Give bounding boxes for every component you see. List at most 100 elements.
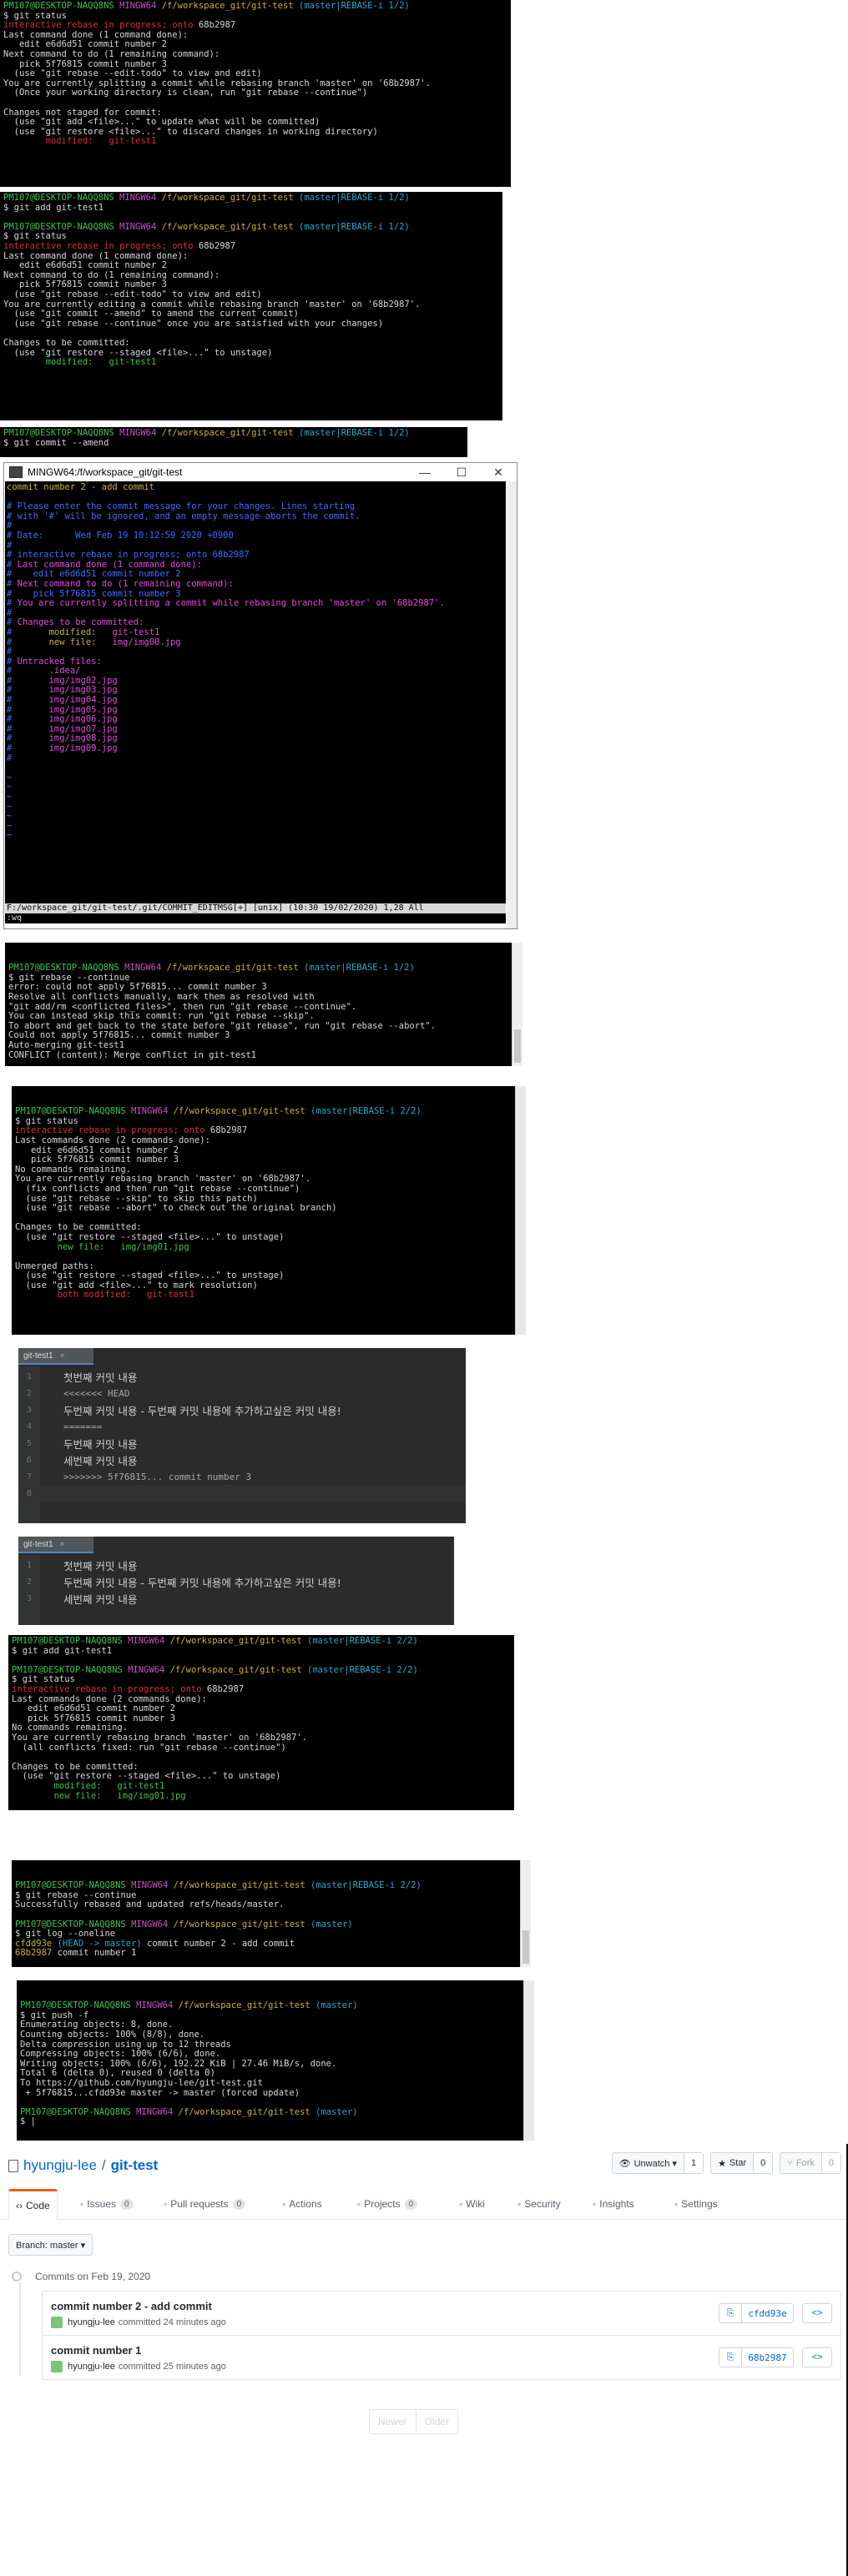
terminal-line: ~ — [7, 821, 13, 831]
commit-author[interactable]: hyungju-lee — [68, 2362, 115, 2372]
commit-time: committed 24 minutes ago — [118, 2317, 226, 2327]
repo-separator: / — [101, 2157, 106, 2173]
terminal-line: ~ — [7, 812, 13, 822]
terminal-line: + 5f76815...cfdd93e master -> master (fo… — [20, 2088, 300, 2098]
terminal-line: $ git add git-test1 — [12, 1646, 113, 1656]
terminal-line: PM107@DESKTOP-NAQQ8NS MINGW64 /f/workspa… — [3, 2, 410, 11]
line-number: 3 — [26, 1405, 33, 1415]
browse-code-icon[interactable]: <> — [802, 2347, 832, 2367]
tab-label: git-test1 — [23, 1351, 53, 1361]
vim-buffer[interactable]: commit number 2 - add commit # Please ent… — [5, 481, 506, 923]
tab-label: Actions — [289, 2198, 322, 2210]
terminal-commit-amend: PM107@DESKTOP-NAQQ8NS MINGW64 /f/workspa… — [0, 427, 467, 457]
avatar[interactable] — [51, 2317, 63, 2328]
tab-security[interactable]: ◦ Security — [517, 2189, 561, 2219]
resolved-editor[interactable]: git-test1 × 1 첫번째 커밋 내용 2 두번째 커밋 내용 - 두번째 커밋… — [18, 1537, 454, 1625]
terminal-line: CONFLICT (content): Merge conflict in gi… — [8, 1050, 257, 1060]
copy-sha-icon[interactable]: ⎘ — [719, 2303, 742, 2323]
commit-meta: hyungju-lee committed 24 minutes ago — [51, 2317, 226, 2328]
tab-code[interactable]: ‹› Code — [8, 2189, 58, 2220]
eye-icon: 👁 — [618, 2158, 631, 2169]
minimize-icon[interactable]: — — [406, 465, 443, 480]
fork-button[interactable]: ⑂ Fork 0 — [780, 2152, 841, 2174]
repo-name-link[interactable]: git-test — [111, 2157, 159, 2174]
star-button[interactable]: ★ Star 0 — [710, 2152, 774, 2174]
repo-owner-link[interactable]: hyungju-lee — [23, 2157, 97, 2174]
terminal-line: Unmerged paths: — [15, 1261, 94, 1271]
terminal-line: # — [7, 521, 13, 531]
tab-projects[interactable]: ◦ Projects 0 — [357, 2189, 418, 2219]
copy-sha-icon[interactable]: ⎘ — [719, 2347, 742, 2367]
newer-button[interactable]: Newer — [369, 2409, 416, 2434]
terminal-line: "git add/rm <conflicted_files>", then ru… — [8, 1002, 357, 1012]
terminal-scrollbar[interactable] — [520, 1860, 531, 1967]
close-icon[interactable]: ✕ — [480, 465, 517, 480]
tab-git-test1[interactable]: git-test1 × — [18, 1537, 93, 1553]
editor-line[interactable]: 2 두번째 커밋 내용 - 두번째 커밋 내용에 추가하고싶은 커밋 내용! — [18, 1573, 454, 1590]
actions-icon: ◦ — [282, 2198, 286, 2210]
tab-issues[interactable]: ◦ Issues 0 — [80, 2189, 134, 2219]
terminal-line: # You are currently splitting a commit w… — [7, 599, 445, 609]
unwatch-button[interactable]: 👁 Unwatch ▾ 1 — [611, 2152, 704, 2174]
terminal-line: # Date: Wed Feb 19 10:12:59 2020 +0900 — [7, 531, 234, 541]
editor-line[interactable]: 5 두번째 커밋 내용 — [18, 1435, 466, 1452]
terminal-line: # img/img03.jpg — [7, 686, 118, 696]
editor-line[interactable]: 2 <<<<<<< HEAD — [18, 1385, 466, 1401]
editor-line[interactable]: 8 — [18, 1485, 466, 1502]
avatar[interactable] — [51, 2361, 63, 2372]
tab-wiki[interactable]: ◦ Wiki — [459, 2189, 485, 2219]
vim-title-bar: MINGW64:/f/workspace_git/git-test — ☐ ✕ — [4, 463, 517, 481]
fork-count[interactable]: 0 — [820, 2153, 840, 2173]
vim-editor[interactable]: commit number 2 - add commit # Please ent… — [5, 481, 506, 923]
terminal-line: # img/img02.jpg — [7, 676, 118, 686]
older-button[interactable]: Older — [416, 2409, 459, 2434]
tab-git-test1[interactable]: git-test1 × — [18, 1348, 93, 1365]
terminal-line: ~ — [7, 802, 13, 812]
editor-line[interactable]: 6 세번째 커밋 내용 — [18, 1452, 466, 1468]
commit-message-link[interactable]: commit number 2 - add commit — [51, 2300, 212, 2312]
commit-sha-link[interactable]: 68b2987 — [742, 2347, 794, 2367]
terminal-scrollbar[interactable] — [512, 943, 522, 1066]
terminal-line: # img/img04.jpg — [7, 696, 118, 706]
terminal-line: You can instead skip this commit: run "g… — [8, 1012, 315, 1022]
terminal-scrollbar[interactable] — [515, 1086, 526, 1335]
terminal-line: (use "git add <file>..." to mark resolut… — [15, 1280, 258, 1291]
tab-settings[interactable]: ◦ Settings — [674, 2189, 718, 2219]
watch-count[interactable]: 1 — [683, 2153, 704, 2173]
terminal-line: interactive rebase in progress; onto 68b… — [12, 1684, 245, 1694]
editor-line[interactable]: 4 ======= — [18, 1418, 466, 1435]
terminal-line: Last commands done (2 commands done): — [15, 1135, 210, 1145]
github-commits-page: hyungju-lee / git-test 👁 Unwatch ▾ 1 ★ Sta… — [0, 2144, 848, 2576]
branch-select[interactable]: Branch: master ▾ — [8, 2234, 93, 2256]
tab-label: Insights — [599, 2198, 634, 2210]
conflict-editor[interactable]: git-test1 × 1 첫번째 커밋 내용 2 <<<<<<< HEAD 3 두번째 커… — [18, 1348, 466, 1523]
vim-command-line[interactable]: :wq — [5, 913, 506, 923]
day-label: Commits on Feb 19, 2020 — [35, 2271, 151, 2282]
tab-insights[interactable]: ◦ Insights — [593, 2189, 634, 2219]
commit-message-link[interactable]: commit number 1 — [51, 2344, 141, 2357]
terminal-scrollbar[interactable] — [523, 1980, 534, 2141]
star-count[interactable]: 0 — [753, 2153, 773, 2173]
editor-line[interactable]: 3 두번째 커밋 내용 - 두번째 커밋 내용에 추가하고싶은 커밋 내용! — [18, 1401, 466, 1418]
close-tab-icon[interactable]: × — [60, 1351, 65, 1361]
line-text: 첫번째 커밋 내용 — [63, 1559, 138, 1572]
browse-code-icon[interactable]: <> — [802, 2303, 832, 2323]
vim-scrollbar[interactable] — [507, 481, 517, 928]
maximize-icon[interactable]: ☐ — [443, 465, 480, 480]
terminal-status-1: PM107@DESKTOP-NAQQ8NS MINGW64 /f/workspa… — [0, 0, 511, 187]
terminal-line: # Last command done (1 command done): — [7, 560, 202, 570]
editor-line[interactable]: 7 >>>>>>> 5f76815... commit number 3 — [18, 1468, 466, 1485]
tab-actions[interactable]: ◦ Actions — [282, 2189, 322, 2219]
commit-sha-link[interactable]: cfdd93e — [742, 2303, 794, 2323]
editor-line[interactable]: 1 첫번째 커밋 내용 — [18, 1557, 454, 1573]
commit-timeline-icon — [12, 2272, 22, 2282]
close-tab-icon[interactable]: × — [60, 1540, 65, 1549]
tab-pull-requests[interactable]: ◦ Pull requests 0 — [164, 2189, 246, 2219]
terminal-line: # Next command to do (1 remaining comman… — [7, 579, 234, 589]
editor-line[interactable]: 1 첫번째 커밋 내용 — [18, 1368, 466, 1385]
commit-list: commit number 2 - add commit hyungju-lee c… — [42, 2291, 841, 2380]
commit-author[interactable]: hyungju-lee — [68, 2317, 115, 2327]
editor-line[interactable]: 3 세번째 커밋 내용 — [18, 1590, 454, 1607]
tab-label: Issues — [87, 2198, 116, 2210]
